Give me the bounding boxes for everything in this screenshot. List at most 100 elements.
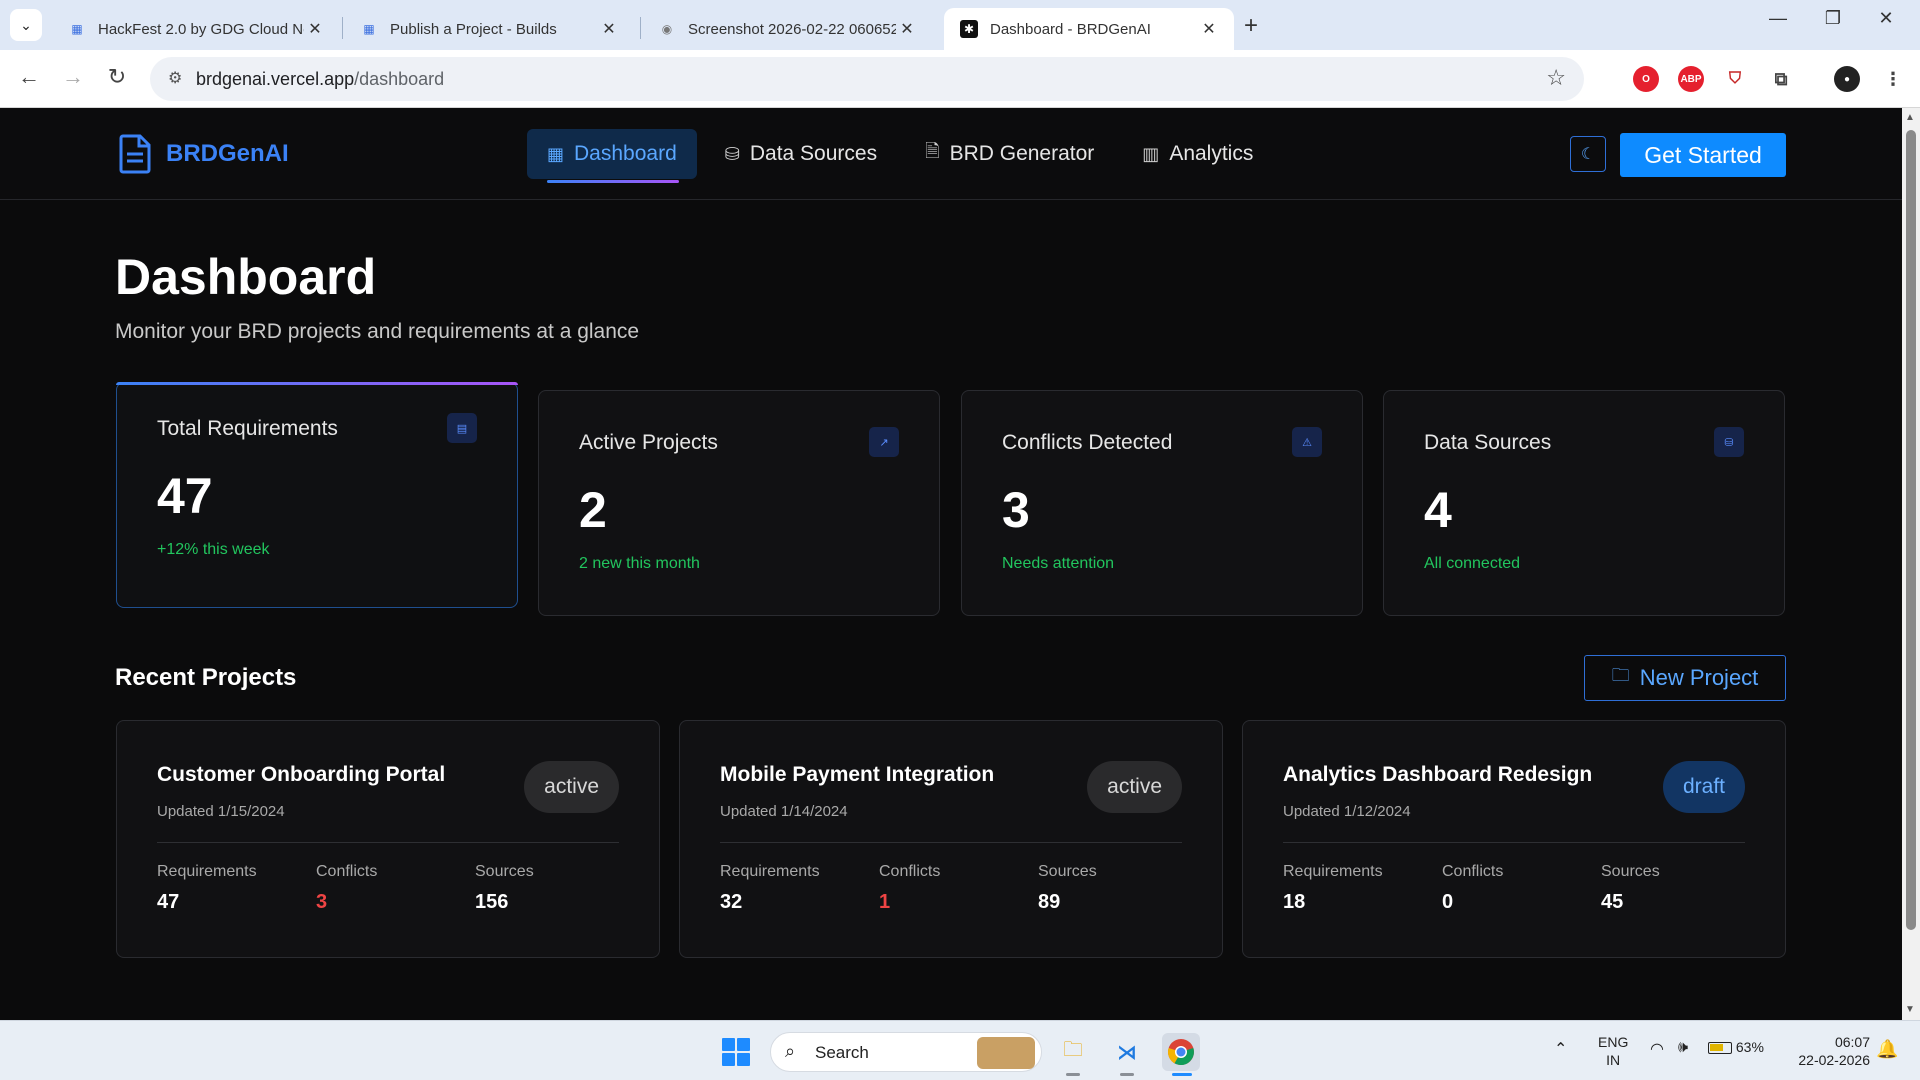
project-name: Mobile Payment Integration — [720, 763, 995, 786]
stat-card-total-requirements[interactable]: Total Requirements ▤ 47 +12% this week — [116, 382, 518, 608]
vscode-icon[interactable]: ⋊ — [1108, 1033, 1146, 1071]
scroll-down-arrow-icon[interactable]: ▼ — [1905, 1004, 1915, 1015]
globe-favicon: ◉ — [661, 22, 673, 36]
tab-divider — [342, 17, 343, 39]
nav-brd-generator[interactable]: 🗎 BRD Generator — [905, 129, 1114, 179]
folder-plus-icon: 🗀 — [1611, 665, 1630, 685]
status-badge: active — [524, 761, 619, 813]
taskbar-search[interactable]: ⌕ Search — [770, 1032, 1042, 1072]
warning-icon: ⚠ — [1292, 427, 1322, 457]
metric-conflicts: Conflicts 0 — [1442, 863, 1504, 913]
recent-projects-heading: Recent Projects — [115, 664, 297, 691]
nav-dashboard[interactable]: ▦ Dashboard — [527, 129, 697, 183]
stat-card-conflicts[interactable]: Conflicts Detected ⚠ 3 Needs attention — [961, 390, 1363, 616]
stat-value: 4 — [1424, 482, 1452, 538]
reload-button[interactable]: ↻ — [102, 64, 132, 90]
forward-button[interactable]: → — [58, 64, 88, 90]
theme-toggle-button[interactable]: ☾ — [1570, 136, 1606, 172]
close-icon[interactable]: ✕ — [304, 19, 326, 39]
scroll-up-arrow-icon[interactable]: ▲ — [1905, 112, 1915, 123]
hackfest-favicon: ▦ — [71, 22, 83, 36]
close-window-button[interactable]: ✕ — [1866, 8, 1906, 29]
nav-analytics[interactable]: ▥ Analytics — [1122, 129, 1273, 179]
metric-conflicts: Conflicts 3 — [316, 863, 378, 913]
opera-extension-icon[interactable]: O — [1633, 66, 1659, 92]
address-bar[interactable]: ⚙ brdgenai.vercel.app/dashboard ☆ — [150, 57, 1584, 101]
site-header: BRDGenAI ▦ Dashboard ⛁ Data Sources 🗎 BR… — [0, 108, 1902, 200]
stat-value: 2 — [579, 482, 607, 538]
project-card[interactable]: Customer Onboarding Portal Updated 1/15/… — [116, 720, 660, 958]
divider — [1283, 842, 1745, 843]
close-icon[interactable]: ✕ — [598, 19, 620, 39]
grid-icon: ▦ — [547, 143, 565, 164]
project-card[interactable]: Analytics Dashboard Redesign Updated 1/1… — [1242, 720, 1786, 958]
stat-card-data-sources[interactable]: Data Sources ⛁ 4 All connected — [1383, 390, 1785, 616]
divider — [720, 842, 1182, 843]
shield-extension-icon[interactable]: ⛉ — [1722, 66, 1748, 92]
adblock-plus-icon[interactable]: ABP — [1678, 66, 1704, 92]
moon-icon: ☾ — [1580, 146, 1596, 163]
chrome-icon[interactable] — [1162, 1033, 1200, 1071]
project-card[interactable]: Mobile Payment Integration Updated 1/14/… — [679, 720, 1223, 958]
stat-title: Conflicts Detected — [1002, 431, 1173, 454]
page-scrollbar[interactable]: ▲ ▼ — [1902, 108, 1920, 1020]
volume-icon[interactable]: 🕪 — [1678, 1039, 1688, 1057]
main-nav: ▦ Dashboard ⛁ Data Sources 🗎 BRD Generat… — [527, 129, 1281, 183]
stat-value: 3 — [1002, 482, 1030, 538]
database-icon: ⛁ — [1714, 427, 1744, 457]
puzzle-extensions-icon[interactable]: ⧉ — [1768, 66, 1794, 92]
brdgenai-favicon: ✱ — [960, 20, 978, 38]
project-name: Analytics Dashboard Redesign — [1283, 763, 1593, 786]
more-menu-icon[interactable]: ⋮ — [1880, 66, 1906, 92]
language-indicator[interactable]: ENG IN — [1598, 1033, 1628, 1069]
status-badge: active — [1087, 761, 1182, 813]
minimize-button[interactable]: — — [1758, 8, 1798, 29]
new-project-button[interactable]: 🗀 New Project — [1584, 655, 1786, 701]
bar-chart-icon: ▥ — [1142, 143, 1160, 164]
windows-taskbar: ⌕ Search 🗀 ⋊ ⌃ ENG IN ◠ 🕪 63% 06:07 22-0… — [0, 1020, 1920, 1080]
close-icon[interactable]: ✕ — [1198, 19, 1220, 39]
stat-title: Total Requirements — [157, 417, 338, 440]
project-updated: Updated 1/15/2024 — [157, 803, 285, 820]
get-started-button[interactable]: Get Started — [1620, 133, 1786, 177]
restore-button[interactable]: ❐ — [1813, 8, 1853, 29]
browser-tab-hackfest[interactable]: ▦ HackFest 2.0 by GDG Cloud New Delhi ✕ — [52, 8, 340, 50]
avatar[interactable]: ● — [1834, 66, 1860, 92]
bookmark-star-icon[interactable]: ☆ — [1546, 65, 1566, 91]
windows-start-icon[interactable] — [722, 1038, 750, 1066]
chevron-down-icon: ⌄ — [20, 16, 32, 33]
system-clock[interactable]: 06:07 22-02-2026 — [1786, 1033, 1870, 1069]
database-icon: ⛁ — [724, 143, 740, 164]
document-logo-icon — [119, 134, 151, 174]
browser-tab-bar: ⌄ ▦ HackFest 2.0 by GDG Cloud New Delhi … — [0, 0, 1920, 50]
scrollbar-thumb[interactable] — [1906, 130, 1916, 930]
close-icon[interactable]: ✕ — [896, 19, 918, 39]
nav-data-sources[interactable]: ⛁ Data Sources — [705, 129, 897, 179]
document-icon: 🗎 — [925, 141, 940, 161]
brand-logo[interactable]: BRDGenAI — [118, 134, 289, 174]
tab-search-button[interactable]: ⌄ — [10, 9, 42, 41]
browser-tab-screenshot[interactable]: ◉ Screenshot 2026-02-22 060652 ✕ — [642, 8, 932, 50]
stat-card-active-projects[interactable]: Active Projects ↗ 2 2 new this month — [538, 390, 940, 616]
brand-name: BRDGenAI — [166, 140, 289, 167]
search-icon: ⌕ — [785, 1041, 796, 1061]
site-settings-icon[interactable]: ⚙ — [168, 68, 182, 88]
notifications-bell-icon[interactable]: 🔔 — [1876, 1039, 1898, 1060]
metric-requirements: Requirements 18 — [1283, 863, 1383, 913]
browser-tab-dashboard[interactable]: ✱ Dashboard - BRDGenAI ✕ — [944, 8, 1234, 50]
new-tab-button[interactable]: + — [1244, 12, 1258, 40]
search-highlight-image — [977, 1037, 1035, 1069]
battery-icon — [1708, 1042, 1732, 1055]
wifi-icon[interactable]: ◠ — [1650, 1039, 1664, 1059]
browser-tab-builds[interactable]: ▦ Publish a Project - Builds ✕ — [344, 8, 634, 50]
metric-sources: Sources 45 — [1601, 863, 1660, 913]
file-explorer-icon[interactable]: 🗀 — [1054, 1033, 1092, 1071]
stat-note: +12% this week — [157, 541, 270, 558]
back-button[interactable]: ← — [14, 64, 44, 90]
show-hidden-icons-chevron-icon[interactable]: ⌃ — [1554, 1039, 1567, 1059]
app-running-indicator — [1120, 1073, 1134, 1076]
metric-sources: Sources 156 — [475, 863, 534, 913]
battery-indicator[interactable]: 63% — [1708, 1039, 1764, 1055]
chrome-logo-icon — [1168, 1039, 1194, 1066]
browser-toolbar: ← → ↻ ⚙ brdgenai.vercel.app/dashboard ☆ … — [0, 50, 1920, 108]
